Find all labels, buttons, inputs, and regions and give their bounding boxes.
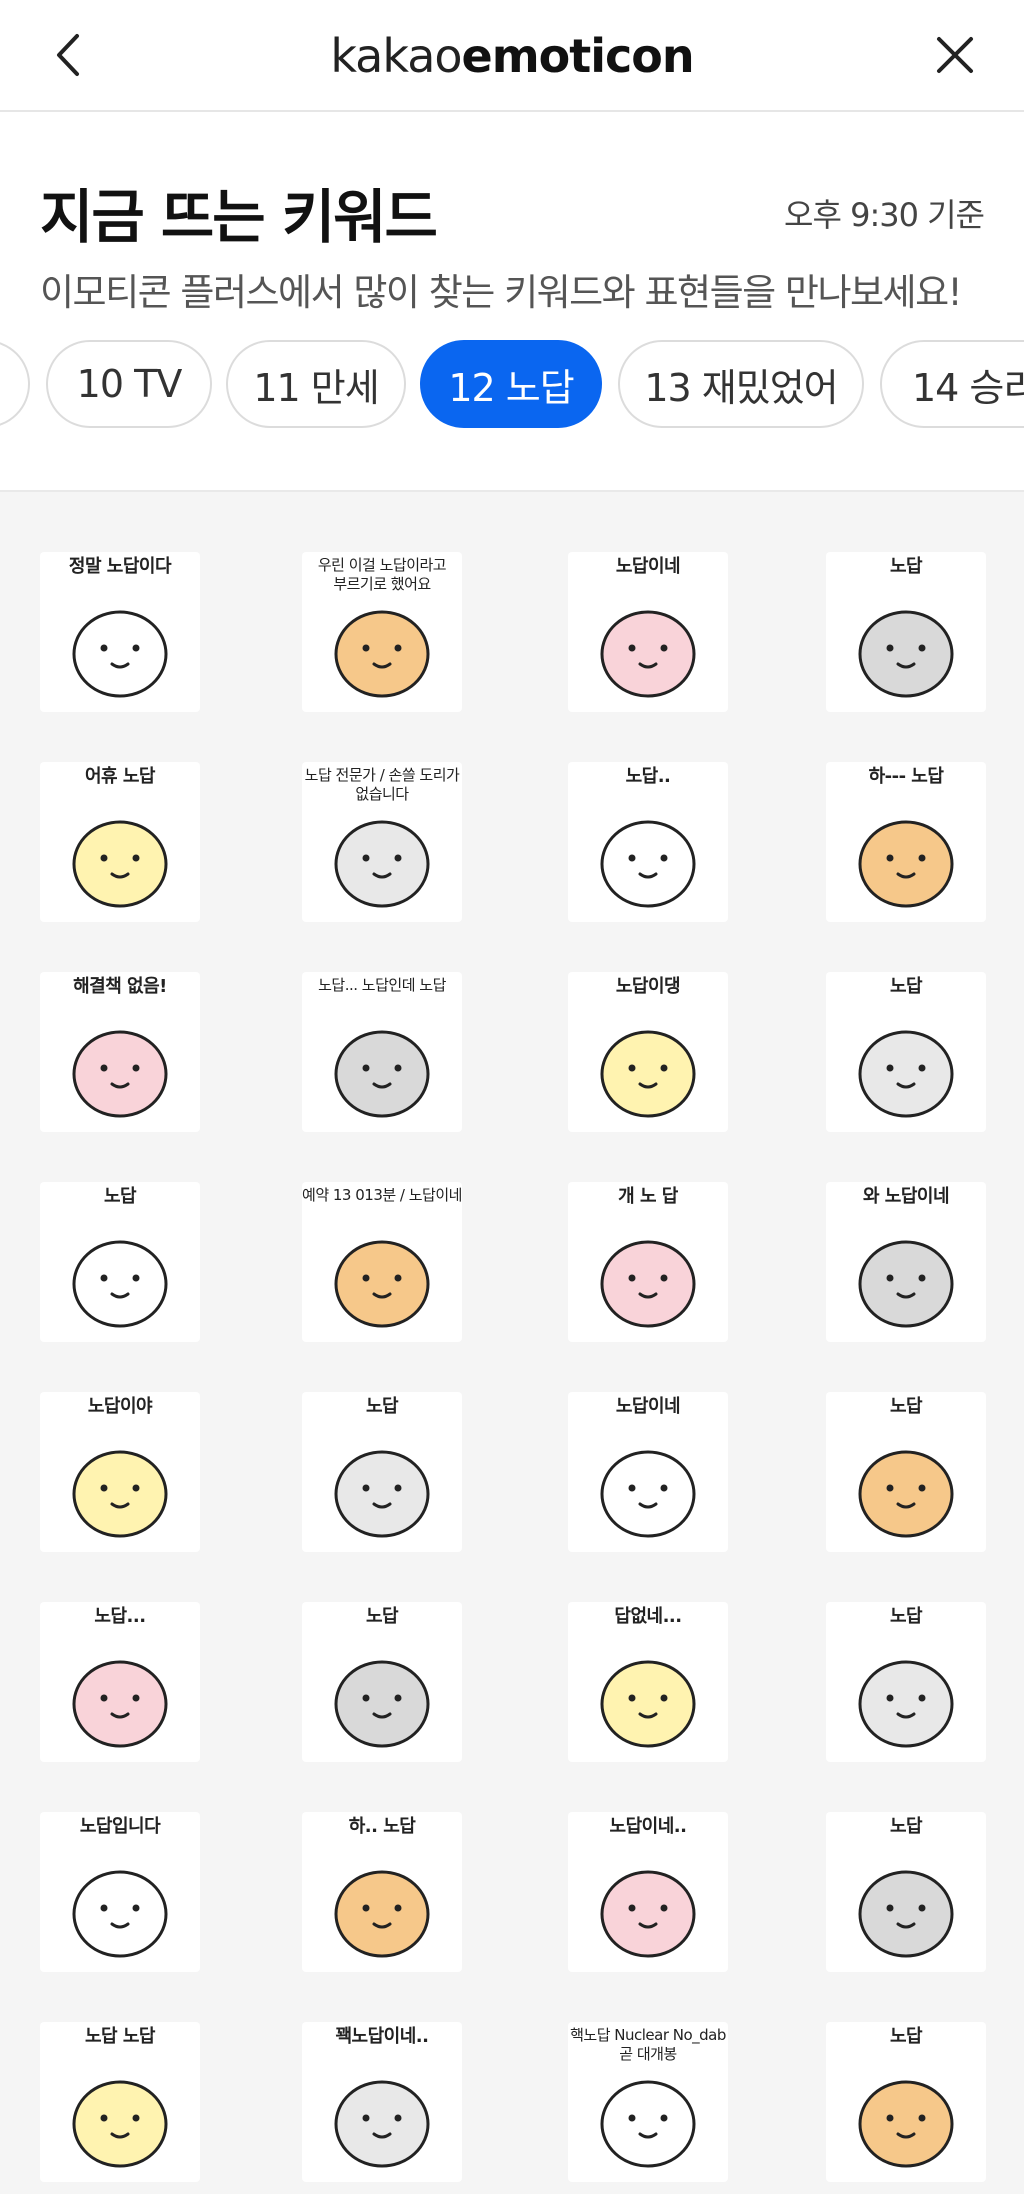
emoticon-tile[interactable]: 노답입니다 bbox=[40, 1812, 200, 1972]
emoticon-tile[interactable]: 노답 bbox=[826, 1602, 986, 1762]
emoticon-tile[interactable]: 노답 전문가 / 손쓸 도리가 없습니다 bbox=[302, 762, 462, 922]
emoticon-caption: 핵노답 Nuclear No_dab 곧 대개봉 bbox=[570, 2026, 726, 2063]
emoticon-tile[interactable]: 노답이네 bbox=[568, 1392, 728, 1552]
emoticon-tile[interactable]: 정말 노답이다 bbox=[40, 552, 200, 712]
emoticon-tile[interactable]: 노답 bbox=[826, 552, 986, 712]
emoticon-grid: 정말 노답이다 우린 이걸 노답이라고 부르기로 했어요 노답이네 노답 어휴 노답 노답… bbox=[0, 492, 1024, 2194]
emoticon-tile[interactable]: 노답 bbox=[302, 1602, 462, 1762]
emoticon-caption: 예약 13 013분 / 노답이네 bbox=[302, 1186, 462, 1204]
emoticon-caption: 와 노답이네 bbox=[862, 1186, 950, 1207]
page-title: 지금 뜨는 키워드 bbox=[40, 183, 438, 251]
updated-time: 오후 9:30 기준 bbox=[784, 196, 985, 234]
emoticon-caption: 노답... 노답인데 노답 bbox=[318, 976, 446, 994]
keyword-chip-active[interactable]: 12 노답 bbox=[420, 340, 602, 428]
keyword-chip-row[interactable]: 10 TV 11 만세 12 노답 13 재밌었어 14 승리 bbox=[0, 340, 1024, 434]
close-x-icon bbox=[937, 37, 973, 73]
emoticon-caption: 하--- 노답 bbox=[868, 766, 944, 787]
emoticon-caption: 답없네... bbox=[614, 1606, 682, 1627]
emoticon-tile[interactable]: 노답 bbox=[826, 1812, 986, 1972]
emoticon-tile[interactable]: 노답.. bbox=[568, 762, 728, 922]
emoticon-caption: 노답 노답 bbox=[84, 2026, 156, 2047]
emoticon-tile[interactable]: 노답이댕 bbox=[568, 972, 728, 1132]
emoticon-caption: 노답이댕 bbox=[615, 976, 681, 997]
emoticon-caption: 노답이야 bbox=[87, 1396, 153, 1417]
emoticon-tile[interactable]: 노답 bbox=[826, 972, 986, 1132]
trending-keywords-header: 지금 뜨는 키워드 오후 9:30 기준 이모티콘 플러스에서 많이 찾는 키워… bbox=[0, 112, 1024, 492]
emoticon-tile[interactable]: 꽥노답이네.. bbox=[302, 2022, 462, 2182]
emoticon-tile[interactable]: 하--- 노답 bbox=[826, 762, 986, 922]
emoticon-caption: 노답.. bbox=[625, 766, 671, 787]
emoticon-caption: 노답이네 bbox=[615, 1396, 681, 1417]
emoticon-caption: 노답 bbox=[889, 1816, 923, 1837]
emoticon-caption: 노답 bbox=[889, 556, 923, 577]
emoticon-caption: 노답 bbox=[365, 1606, 399, 1627]
emoticon-tile[interactable]: 해결책 없음! bbox=[40, 972, 200, 1132]
emoticon-caption: 꽥노답이네.. bbox=[335, 2026, 429, 2047]
emoticon-caption: 노답이네 bbox=[615, 556, 681, 577]
emoticon-caption: 노답이네.. bbox=[609, 1816, 687, 1837]
emoticon-tile[interactable]: 노답... bbox=[40, 1602, 200, 1762]
emoticon-caption: 노답 bbox=[889, 2026, 923, 2047]
keyword-chip[interactable]: 11 만세 bbox=[226, 340, 406, 428]
emoticon-caption: 정말 노답이다 bbox=[68, 556, 172, 577]
emoticon-tile[interactable]: 예약 13 013분 / 노답이네 bbox=[302, 1182, 462, 1342]
emoticon-tile[interactable]: 노답 bbox=[302, 1392, 462, 1552]
emoticon-caption: 해결책 없음! bbox=[73, 976, 167, 997]
emoticon-caption: 노답 bbox=[365, 1396, 399, 1417]
emoticon-caption: 노답입니다 bbox=[79, 1816, 161, 1837]
emoticon-caption: 우린 이걸 노답이라고 부르기로 했어요 bbox=[317, 556, 447, 593]
emoticon-caption: 개 노 답 bbox=[618, 1186, 678, 1207]
emoticon-caption: 노답 bbox=[889, 1606, 923, 1627]
emoticon-tile[interactable]: 노답이네 bbox=[568, 552, 728, 712]
emoticon-tile[interactable]: 우린 이걸 노답이라고 부르기로 했어요 bbox=[302, 552, 462, 712]
emoticon-tile[interactable]: 노답 bbox=[826, 2022, 986, 2182]
top-bar: kakaoemoticon bbox=[0, 0, 1024, 112]
page-subtitle: 이모티콘 플러스에서 많이 찾는 키워드와 표현들을 만나보세요! bbox=[40, 271, 962, 314]
emoticon-tile[interactable]: 핵노답 Nuclear No_dab 곧 대개봉 bbox=[568, 2022, 728, 2182]
logo-emoticon-text: emoticon bbox=[461, 29, 695, 83]
keyword-chip[interactable]: 13 재밌었어 bbox=[618, 340, 864, 428]
emoticon-tile[interactable]: 노답이야 bbox=[40, 1392, 200, 1552]
emoticon-character-image bbox=[334, 1240, 430, 1328]
emoticon-tile[interactable]: 노답 bbox=[826, 1392, 986, 1552]
emoticon-tile[interactable]: 답없네... bbox=[568, 1602, 728, 1762]
emoticon-caption: 하.. 노답 bbox=[348, 1816, 416, 1837]
emoticon-caption: 어휴 노답 bbox=[84, 766, 156, 787]
emoticon-tile[interactable]: 노답 bbox=[40, 1182, 200, 1342]
emoticon-tile[interactable]: 와 노답이네 bbox=[826, 1182, 986, 1342]
emoticon-tile[interactable]: 어휴 노답 bbox=[40, 762, 200, 922]
emoticon-caption: 노답 bbox=[103, 1186, 137, 1207]
close-button[interactable] bbox=[924, 24, 986, 86]
logo-kakao-text: kakao bbox=[330, 29, 462, 83]
emoticon-caption: 노답 bbox=[889, 976, 923, 997]
emoticon-tile[interactable]: 노답... 노답인데 노답 bbox=[302, 972, 462, 1132]
keyword-chip[interactable]: 10 TV bbox=[46, 340, 212, 428]
emoticon-tile[interactable]: 하.. 노답 bbox=[302, 1812, 462, 1972]
emoticon-character-image bbox=[334, 1030, 430, 1118]
emoticon-caption: 노답 bbox=[889, 1396, 923, 1417]
kakao-emoticon-logo: kakaoemoticon bbox=[0, 26, 1024, 86]
emoticon-tile[interactable]: 개 노 답 bbox=[568, 1182, 728, 1342]
emoticon-caption: 노답 전문가 / 손쓸 도리가 없습니다 bbox=[304, 766, 460, 803]
emoticon-caption: 노답... bbox=[94, 1606, 146, 1627]
keyword-chip[interactable] bbox=[0, 340, 30, 428]
emoticon-tile[interactable]: 노답 노답 bbox=[40, 2022, 200, 2182]
emoticon-tile[interactable]: 노답이네.. bbox=[568, 1812, 728, 1972]
keyword-chip[interactable]: 14 승리 bbox=[880, 340, 1024, 428]
